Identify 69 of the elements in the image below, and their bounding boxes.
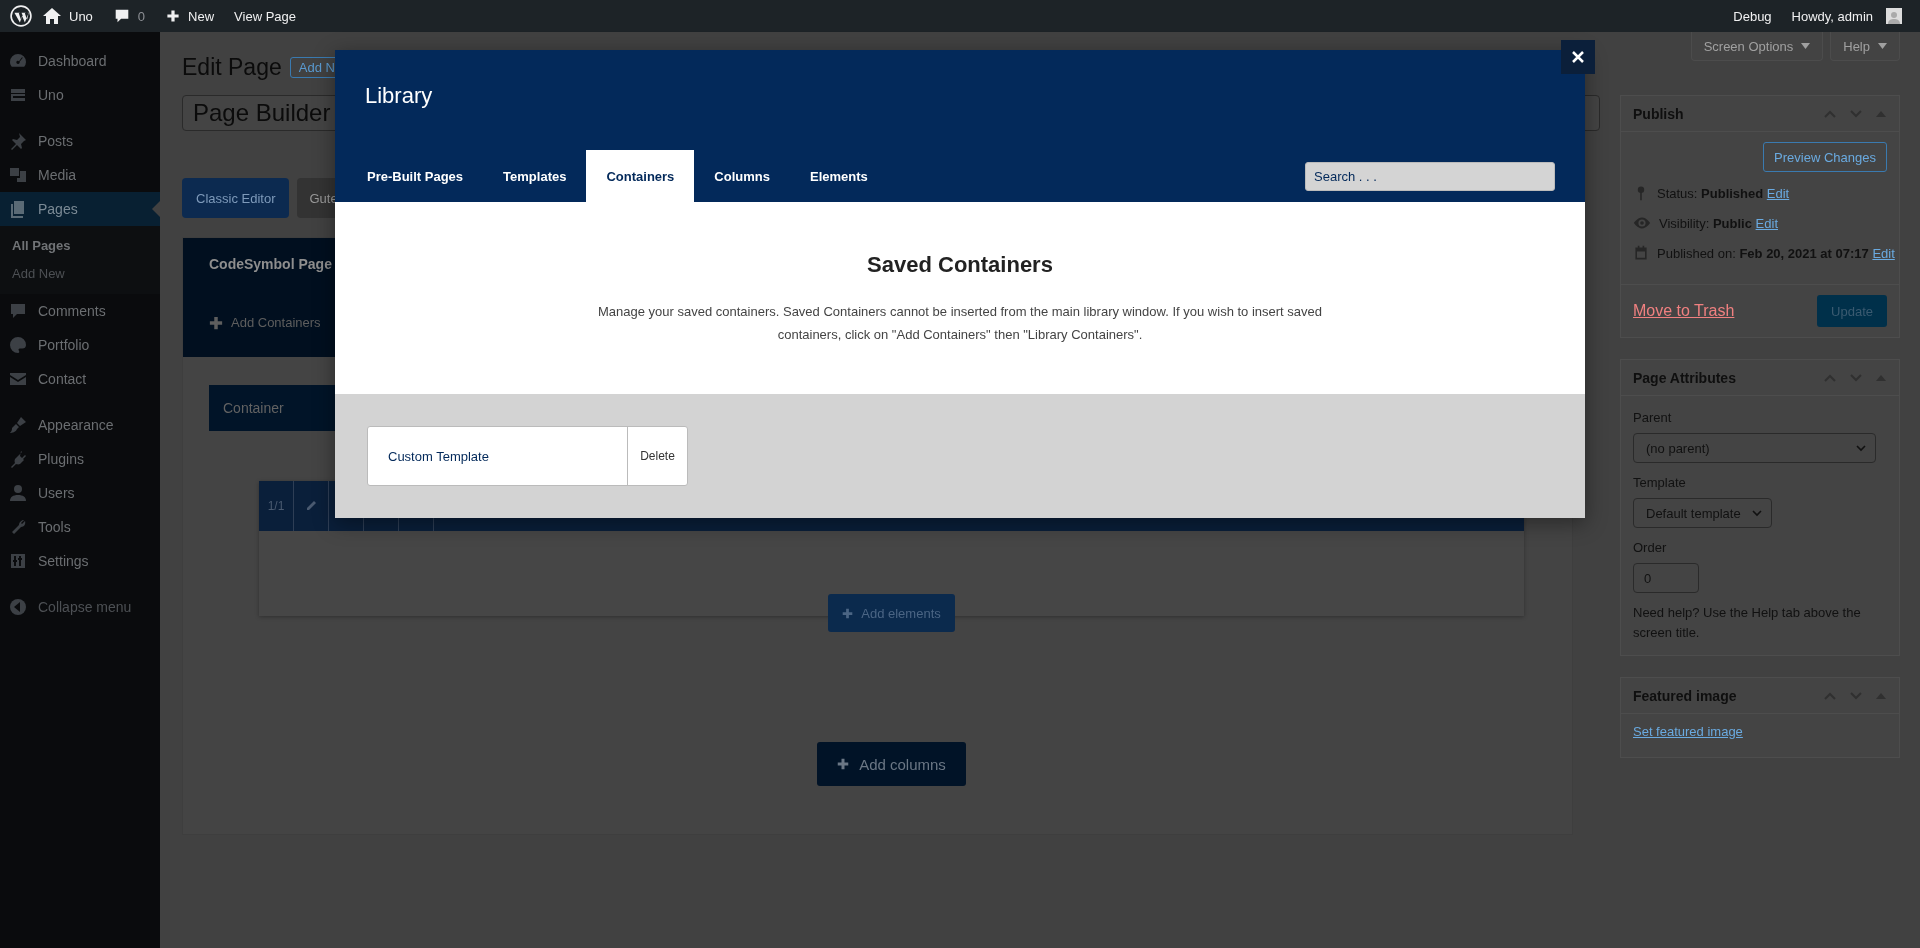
help-button[interactable]: Help (1830, 32, 1900, 61)
add-columns-button[interactable]: Add columns (817, 742, 966, 786)
plus-icon (837, 758, 850, 770)
view-page-link[interactable]: View Page (224, 0, 307, 32)
site-link[interactable]: Uno (32, 0, 103, 32)
sidebar-item[interactable]: Appearance (0, 408, 160, 442)
library-tab[interactable]: Pre-Built Pages (347, 150, 484, 202)
submenu-item[interactable]: Add New (0, 260, 160, 288)
calendar-icon (1633, 244, 1649, 262)
avatar-icon (1886, 8, 1902, 24)
library-tab[interactable]: Elements (789, 150, 888, 202)
submenu-item[interactable]: All Pages (0, 232, 160, 260)
caret-icon (1878, 43, 1887, 49)
library-tab[interactable]: Columns (694, 150, 790, 202)
sidebar-item[interactable]: Tools (0, 510, 160, 544)
modal-title: Library (365, 83, 433, 109)
add-containers-button[interactable]: Add Containers (209, 315, 321, 330)
delete-button[interactable]: Delete (627, 427, 687, 485)
sidebar-item[interactable]: Dashboard (0, 44, 160, 78)
sidebar-item[interactable]: Portfolio (0, 328, 160, 362)
section-description: Manage your saved containers. Saved Containers cannot be inserted from the main library window. If you wish to insert saved containers, click on "Add Containers" then "Library Containers". (596, 303, 1323, 344)
edit-link[interactable]: Edit (1755, 215, 1778, 231)
plus-icon (165, 8, 182, 24)
sidebar-item[interactable]: Comments (0, 294, 160, 328)
person-icon (8, 483, 28, 503)
sliders-icon (8, 551, 28, 571)
bubble-icon (8, 301, 28, 321)
builder-title: CodeSymbol Page (209, 256, 332, 272)
sidebar-item[interactable]: Users (0, 476, 160, 510)
home-icon (42, 6, 62, 26)
palette-icon (8, 335, 28, 355)
plus-icon (842, 607, 854, 619)
edit-link[interactable]: Edit (1766, 185, 1790, 201)
comments-link[interactable]: 0 (102, 0, 156, 32)
debug-link[interactable]: Debug (1723, 0, 1782, 32)
preview-changes-button[interactable]: Preview Changes (1763, 142, 1887, 172)
chevron-down-icon (1750, 507, 1763, 519)
collapse-icon (8, 597, 28, 617)
edit-link[interactable]: Edit (1872, 245, 1895, 261)
move-to-trash-link[interactable]: Move to Trash (1633, 302, 1735, 320)
library-tab[interactable]: Containers (586, 150, 695, 202)
search-field[interactable]: Search . . . (1305, 161, 1555, 191)
media-icon (8, 165, 28, 185)
plus-icon (209, 315, 223, 330)
container-name[interactable]: Custom Template (368, 427, 627, 485)
add-elements-button[interactable]: Add elements (828, 594, 955, 632)
sidebar-item[interactable]: Plugins (0, 442, 160, 476)
sidebar-item[interactable]: Settings (0, 544, 160, 578)
close-button[interactable] (1561, 40, 1595, 74)
editor-button[interactable]: Classic Editor (182, 178, 290, 218)
sidebar-item[interactable]: Posts (0, 124, 160, 158)
account-link[interactable]: Howdy, admin (1781, 0, 1912, 32)
section-heading: Saved Containers (867, 252, 1053, 278)
caret-icon (1801, 43, 1811, 49)
set-featured-image-link[interactable]: Set featured image (1633, 724, 1743, 739)
sidebar-item[interactable]: Pages (0, 192, 160, 226)
library-tab[interactable]: Templates (483, 150, 587, 202)
wordpress-logo-icon (10, 5, 32, 27)
column-ratio[interactable]: 1/1 (259, 481, 294, 531)
brush-icon (8, 415, 28, 435)
collapse-menu-button[interactable]: Collapse menu (0, 590, 160, 624)
sidebar-item[interactable]: Media (0, 158, 160, 192)
pencil-icon (305, 500, 317, 512)
sidebar-item[interactable]: Uno (0, 78, 160, 112)
close-icon (1571, 50, 1585, 64)
chevron-down-icon (1855, 442, 1867, 454)
new-link[interactable]: New (155, 0, 225, 32)
sidebar-item[interactable]: Contact (0, 362, 160, 396)
screen-options-button[interactable]: Screen Options (1690, 32, 1824, 61)
